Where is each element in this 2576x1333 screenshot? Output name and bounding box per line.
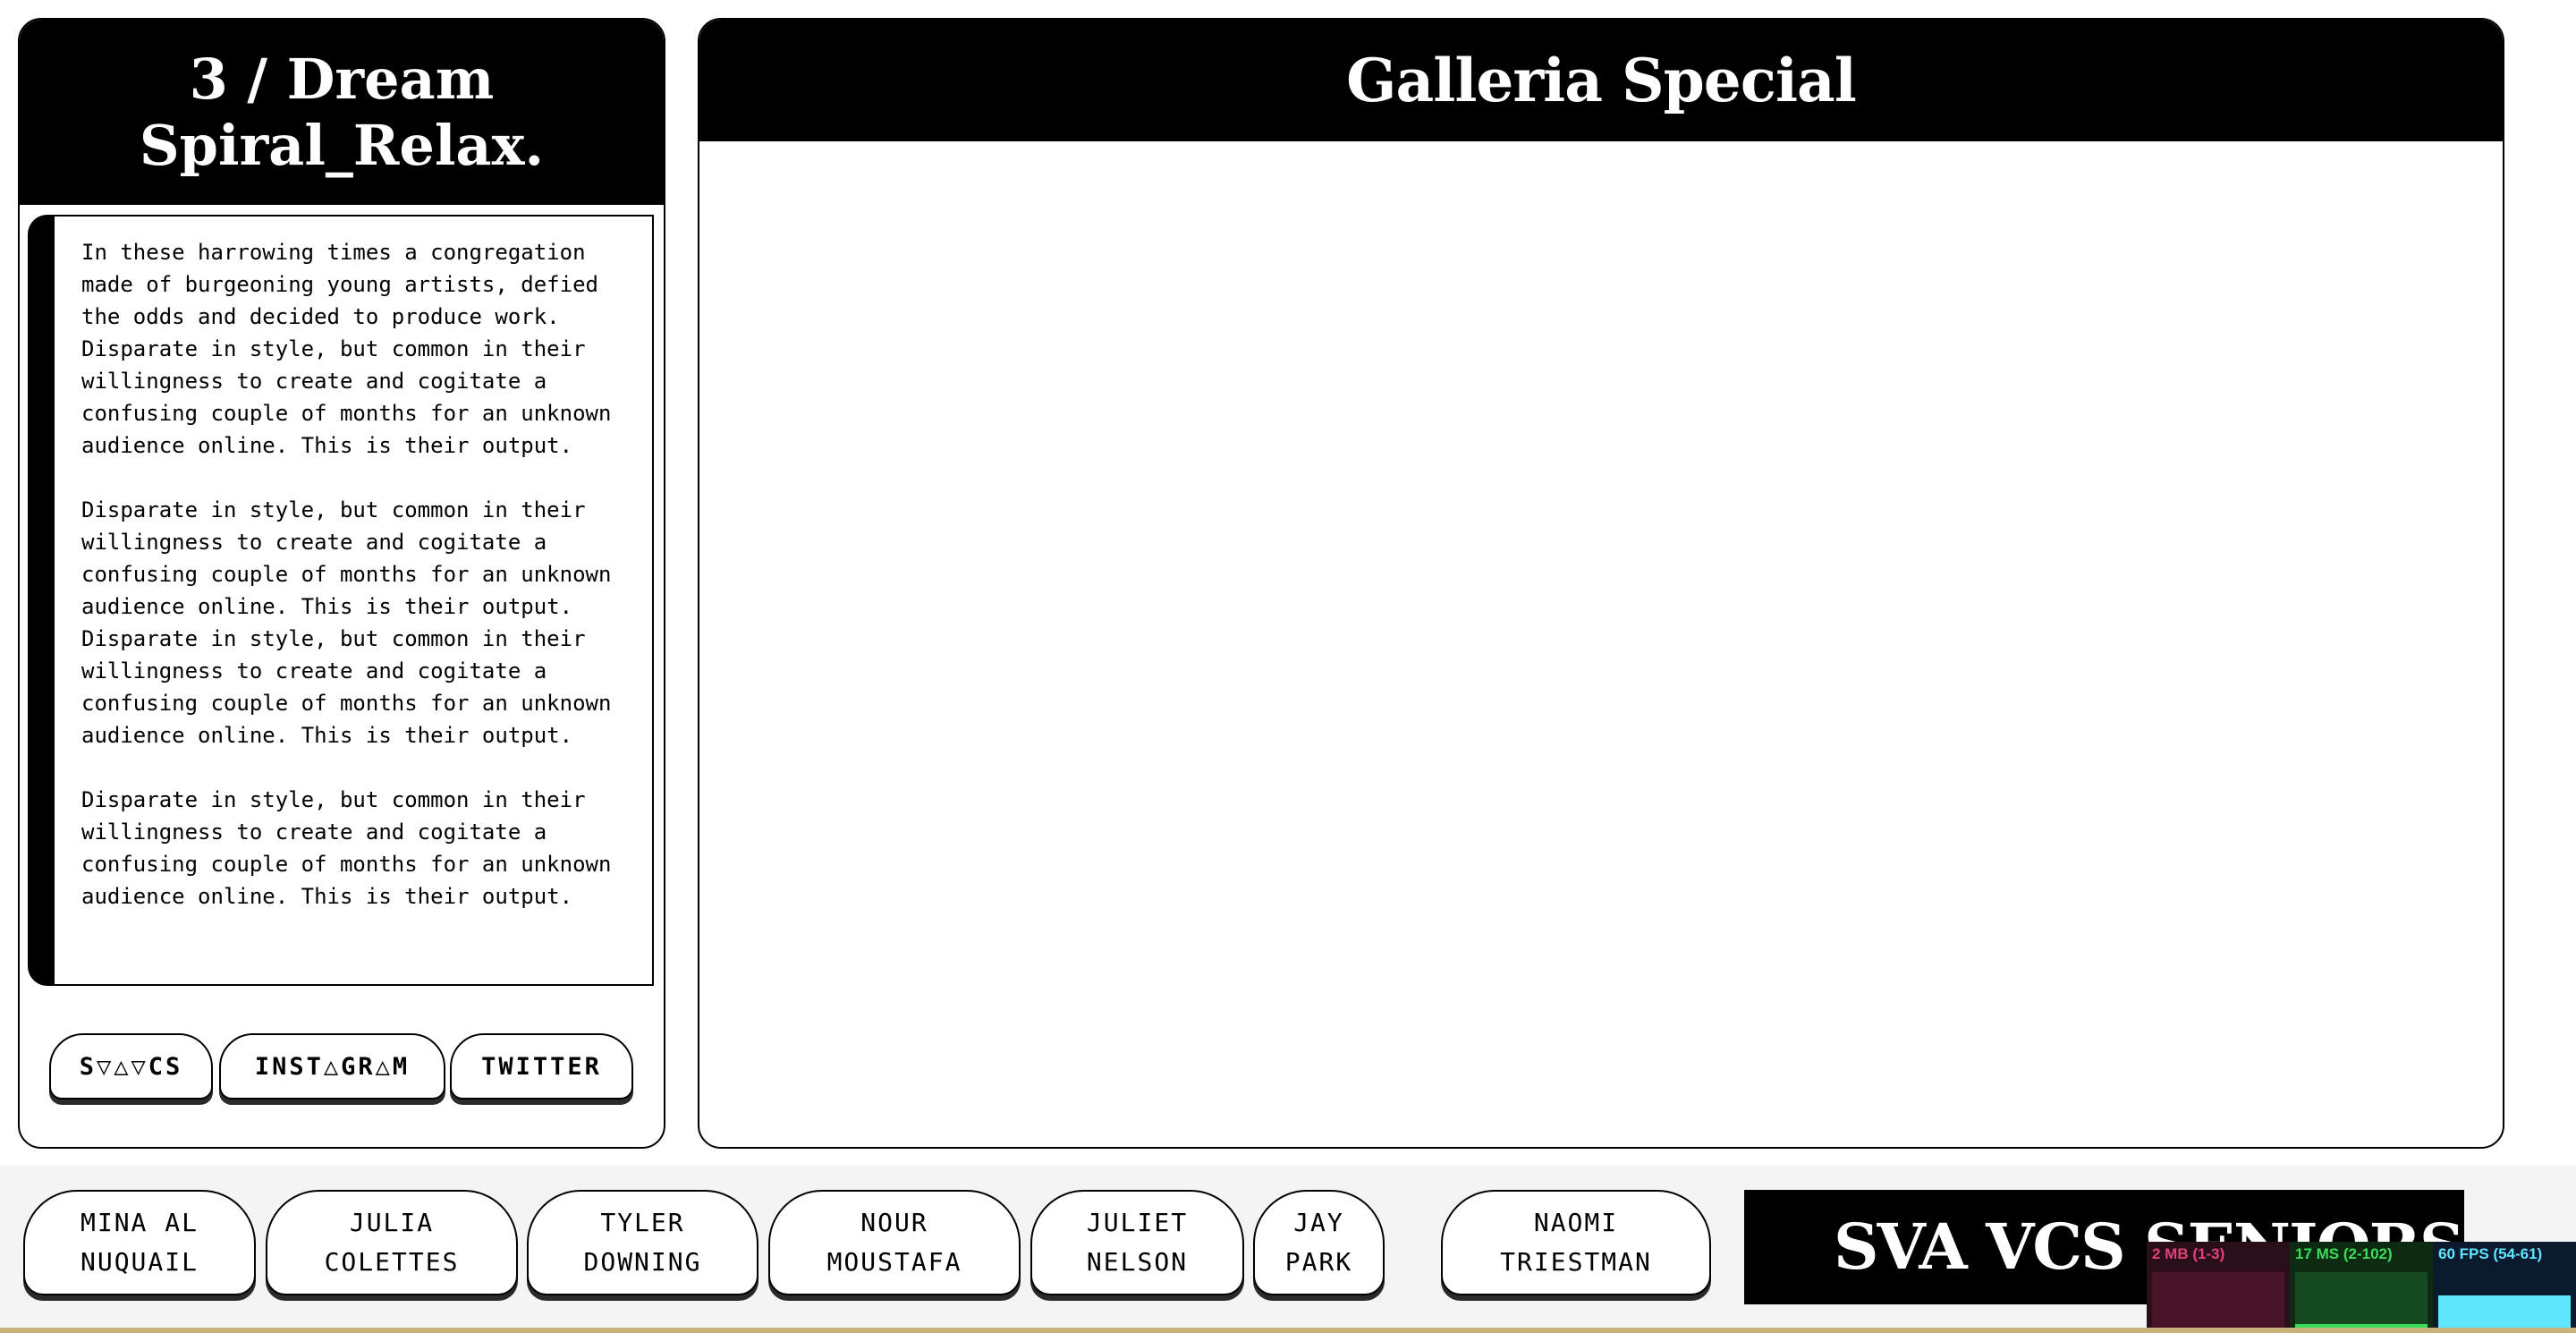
frametime-stats-panel[interactable]: 17 MS (2-102) [2290, 1242, 2433, 1333]
description-paragraph: Disparate in style, but common in their … [81, 787, 612, 909]
svavcs-link-button[interactable]: S▽△▽CS [49, 1033, 213, 1100]
artist-last-name: COLETTES [324, 1247, 460, 1277]
artist-first-name: NAOMI [1533, 1208, 1619, 1237]
artist-last-name: MOUSTAFA [826, 1247, 962, 1277]
artist-first-name: MINA AL [80, 1208, 199, 1237]
description-paragraph: In these harrowing times a congregation … [81, 240, 612, 458]
bottom-edge-strip [0, 1328, 2576, 1333]
artist-last-name: DOWNING [583, 1247, 702, 1277]
gallery-title: Galleria Special [699, 20, 2503, 141]
artist-button-mina-al-nuquail[interactable]: MINA AL NUQUAIL [23, 1190, 256, 1295]
fps-stats-panel[interactable]: 60 FPS (54-61) [2433, 1242, 2576, 1333]
artist-button-tyler-downing[interactable]: TYLER DOWNING [527, 1190, 758, 1295]
artist-last-name: TRIESTMAN [1500, 1247, 1652, 1277]
artist-button-julia-colettes[interactable]: JULIA COLETTES [266, 1190, 518, 1295]
gallery-canvas[interactable] [699, 141, 2503, 1147]
artist-first-name: JULIET [1086, 1208, 1189, 1237]
instagram-link-button[interactable]: INST△GR△M [219, 1033, 445, 1100]
info-panel-title: 3 / Dream Spiral_Relax. [20, 20, 664, 205]
artist-first-name: TYLER [600, 1208, 685, 1237]
artist-first-name: JAY [1293, 1208, 1344, 1237]
frametime-graph [2295, 1272, 2428, 1328]
fps-graph [2438, 1295, 2571, 1328]
artist-button-nour-moustafa[interactable]: NOUR MOUSTAFA [768, 1190, 1021, 1295]
artist-last-name: NELSON [1086, 1247, 1189, 1277]
description-box: In these harrowing times a congregation … [28, 215, 654, 986]
twitter-link-button[interactable]: TWITTER [450, 1033, 633, 1100]
memory-graph [2152, 1272, 2284, 1328]
artist-button-naomi-triestman[interactable]: NAOMI TRIESTMAN [1441, 1190, 1711, 1295]
memory-stats-panel[interactable]: 2 MB (1-3) [2147, 1242, 2290, 1333]
description-paragraph: Disparate in style, but common in their … [81, 497, 612, 748]
frametime-stats-label: 17 MS (2-102) [2295, 1245, 2393, 1262]
artist-first-name: NOUR [860, 1208, 928, 1237]
fps-stats-label: 60 FPS (54-61) [2438, 1245, 2543, 1262]
artist-last-name: NUQUAIL [80, 1247, 199, 1277]
artist-button-juliet-nelson[interactable]: JULIET NELSON [1030, 1190, 1244, 1295]
artist-button-jay-park[interactable]: JAY PARK [1253, 1190, 1385, 1295]
gallery-panel: Galleria Special [698, 18, 2504, 1149]
social-links: S▽△▽CS INST△GR△M TWITTER [49, 1033, 657, 1100]
artist-last-name: PARK [1284, 1247, 1353, 1277]
artist-first-name: JULIA [349, 1208, 435, 1237]
memory-stats-label: 2 MB (1-3) [2152, 1245, 2225, 1262]
